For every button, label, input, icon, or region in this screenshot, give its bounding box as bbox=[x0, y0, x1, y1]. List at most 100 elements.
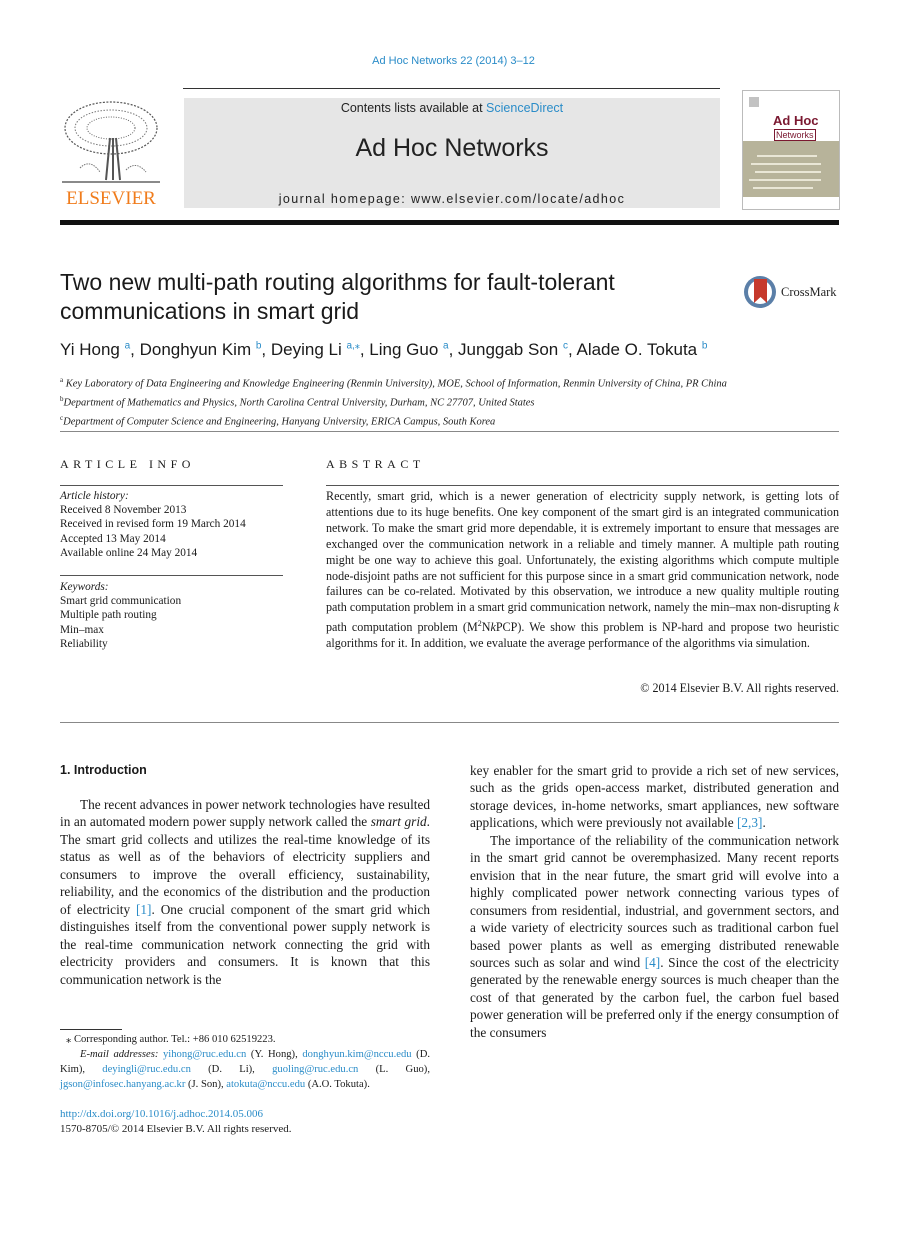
email-link[interactable]: atokuta@nccu.edu bbox=[226, 1079, 305, 1090]
keywords: Keywords: Smart grid communication Multi… bbox=[60, 580, 290, 651]
elsevier-tree-icon bbox=[62, 101, 160, 183]
author[interactable]: Alade O. Tokuta b bbox=[576, 340, 707, 359]
abstract-body: Recently, smart grid, which is a newer g… bbox=[326, 489, 839, 615]
author-separator: , bbox=[261, 340, 271, 359]
email-owner: (J. Son), bbox=[185, 1079, 227, 1090]
author[interactable]: Yi Hong a bbox=[60, 340, 130, 359]
doi-link[interactable]: http://dx.doi.org/10.1016/j.adhoc.2014.0… bbox=[60, 1107, 292, 1122]
article-info-rule bbox=[60, 485, 283, 486]
affiliation-item: a Key Laboratory of Data Engineering and… bbox=[60, 373, 727, 392]
abstract-copyright: © 2014 Elsevier B.V. All rights reserved… bbox=[640, 681, 839, 695]
author-name: Yi Hong bbox=[60, 340, 120, 359]
email-label: E-mail addresses: bbox=[80, 1049, 163, 1060]
author-separator: , bbox=[359, 340, 370, 359]
affiliation-text: Key Laboratory of Data Engineering and K… bbox=[65, 378, 727, 390]
author-name: Junggab Son bbox=[458, 340, 559, 359]
body-column-left: The recent advances in power network tec… bbox=[60, 796, 430, 988]
author-separator: , bbox=[130, 340, 140, 359]
abstract-text: Recently, smart grid, which is a newer g… bbox=[326, 489, 839, 652]
author[interactable]: Ling Guo a bbox=[369, 340, 448, 359]
email-owner: (D. Li), bbox=[190, 1064, 273, 1075]
affiliation-item: cDepartment of Computer Science and Engi… bbox=[60, 411, 727, 430]
article-info-heading: ARTICLE INFO bbox=[60, 457, 195, 471]
author-name: Ling Guo bbox=[369, 340, 439, 359]
cover-decoration bbox=[749, 179, 821, 181]
footnotes: ⁎ Corresponding author. Tel.: +86 010 62… bbox=[60, 1032, 430, 1092]
email-link[interactable]: yihong@ruc.edu.cn bbox=[163, 1049, 246, 1060]
issn-copyright: 1570-8705/© 2014 Elsevier B.V. All right… bbox=[60, 1123, 292, 1135]
cover-decoration bbox=[751, 163, 821, 165]
corresponding-author-note: ⁎ Corresponding author. Tel.: +86 010 62… bbox=[66, 1034, 276, 1045]
keywords-rule bbox=[60, 575, 283, 576]
history-item: Received 8 November 2013 bbox=[60, 504, 187, 517]
email-link[interactable]: guoling@ruc.edu.cn bbox=[272, 1064, 358, 1075]
citation-link[interactable]: [4] bbox=[645, 955, 661, 970]
cover-decoration bbox=[755, 171, 821, 173]
paragraph: key enabler for the smart grid to provid… bbox=[470, 762, 839, 832]
affiliation-marker: a bbox=[60, 376, 64, 384]
header-thick-rule bbox=[60, 220, 839, 225]
author[interactable]: Junggab Son c bbox=[458, 340, 568, 359]
cover-title: Ad Hoc bbox=[773, 113, 819, 128]
abstract-rule bbox=[326, 485, 839, 486]
cover-band bbox=[743, 141, 839, 197]
article-history: Article history: Received 8 November 201… bbox=[60, 489, 290, 560]
article-title: Two new multi-path routing algorithms fo… bbox=[60, 269, 615, 324]
crossmark-label: CrossMark bbox=[781, 285, 837, 299]
contents-prefix: Contents lists available at bbox=[340, 101, 487, 115]
email-addresses: E-mail addresses: yihong@ruc.edu.cn (Y. … bbox=[60, 1047, 430, 1092]
cover-emblem-icon bbox=[749, 97, 759, 107]
elsevier-wordmark: ELSEVIER bbox=[66, 188, 156, 209]
cover-subtitle: Networks bbox=[774, 129, 816, 141]
email-link[interactable]: jgson@infosec.hanyang.ac.kr bbox=[60, 1079, 185, 1090]
affiliation-text: Department of Mathematics and Physics, N… bbox=[63, 397, 535, 409]
author-affil-sup[interactable]: a,⁎ bbox=[346, 340, 359, 351]
emphasis-text: smart grid bbox=[370, 814, 427, 830]
journal-homepage-link[interactable]: journal homepage: www.elsevier.com/locat… bbox=[184, 192, 720, 206]
cover-decoration bbox=[753, 187, 813, 189]
email-owner: (A.O. Tokuta). bbox=[305, 1079, 370, 1090]
body-column-right: key enabler for the smart grid to provid… bbox=[470, 762, 839, 1041]
cover-decoration bbox=[757, 155, 817, 157]
author[interactable]: Deying Li a,⁎ bbox=[271, 340, 360, 359]
paragraph: The recent advances in power network tec… bbox=[60, 796, 430, 988]
author-name: Alade O. Tokuta bbox=[576, 340, 698, 359]
history-item: Received in revised form 19 March 2014 bbox=[60, 518, 246, 531]
body-text: The importance of the reliability of the… bbox=[470, 832, 839, 970]
author-separator: , bbox=[448, 340, 459, 359]
author-name: Deying Li bbox=[270, 340, 342, 359]
journal-masthead: Contents lists available at ScienceDirec… bbox=[184, 98, 720, 208]
journal-title: Ad Hoc Networks bbox=[355, 134, 549, 162]
journal-cover-thumbnail[interactable]: Ad Hoc Networks bbox=[742, 90, 840, 210]
article-history-label: Article history: bbox=[60, 490, 129, 502]
author-affil-sup[interactable]: b bbox=[702, 340, 708, 351]
email-owner: (Y. Hong), bbox=[246, 1049, 303, 1060]
paragraph: The importance of the reliability of the… bbox=[470, 832, 839, 1041]
email-link[interactable]: donghyun.kim@nccu.edu bbox=[302, 1049, 411, 1060]
section-heading-introduction: 1. Introduction bbox=[60, 763, 147, 777]
affiliation-item: bDepartment of Mathematics and Physics, … bbox=[60, 392, 727, 411]
citation-link[interactable]: [1] bbox=[136, 902, 152, 917]
contents-line: Contents lists available at ScienceDirec… bbox=[184, 101, 720, 115]
email-link[interactable]: deyingli@ruc.edu.cn bbox=[102, 1064, 191, 1075]
abstract-heading: ABSTRACT bbox=[326, 457, 425, 471]
keyword-item: Multiple path routing bbox=[60, 609, 157, 622]
citation-link[interactable]: [2,3] bbox=[737, 815, 762, 830]
author[interactable]: Donghyun Kim b bbox=[140, 340, 262, 359]
elsevier-logo[interactable]: ELSEVIER bbox=[60, 98, 162, 210]
keyword-item: Min–max bbox=[60, 623, 104, 636]
body-text: key enabler for the smart grid to provid… bbox=[470, 763, 839, 831]
journal-reference-link[interactable]: Ad Hoc Networks 22 (2014) 3–12 bbox=[0, 55, 907, 67]
history-item: Accepted 13 May 2014 bbox=[60, 532, 166, 545]
keyword-item: Reliability bbox=[60, 637, 108, 650]
header-rule bbox=[183, 88, 720, 89]
affiliation-text: Department of Computer Science and Engin… bbox=[63, 416, 496, 428]
sciencedirect-link[interactable]: ScienceDirect bbox=[486, 101, 563, 115]
abstract-variable: k bbox=[833, 600, 839, 615]
keywords-label: Keywords: bbox=[60, 581, 109, 593]
doi-block: http://dx.doi.org/10.1016/j.adhoc.2014.0… bbox=[60, 1107, 292, 1137]
author-list: Yi Hong a, Donghyun Kim b, Deying Li a,⁎… bbox=[60, 340, 707, 360]
author-name: Donghyun Kim bbox=[139, 340, 252, 359]
crossmark-button[interactable]: CrossMark bbox=[744, 276, 844, 312]
abstract-body: path computation problem (M bbox=[326, 620, 478, 635]
